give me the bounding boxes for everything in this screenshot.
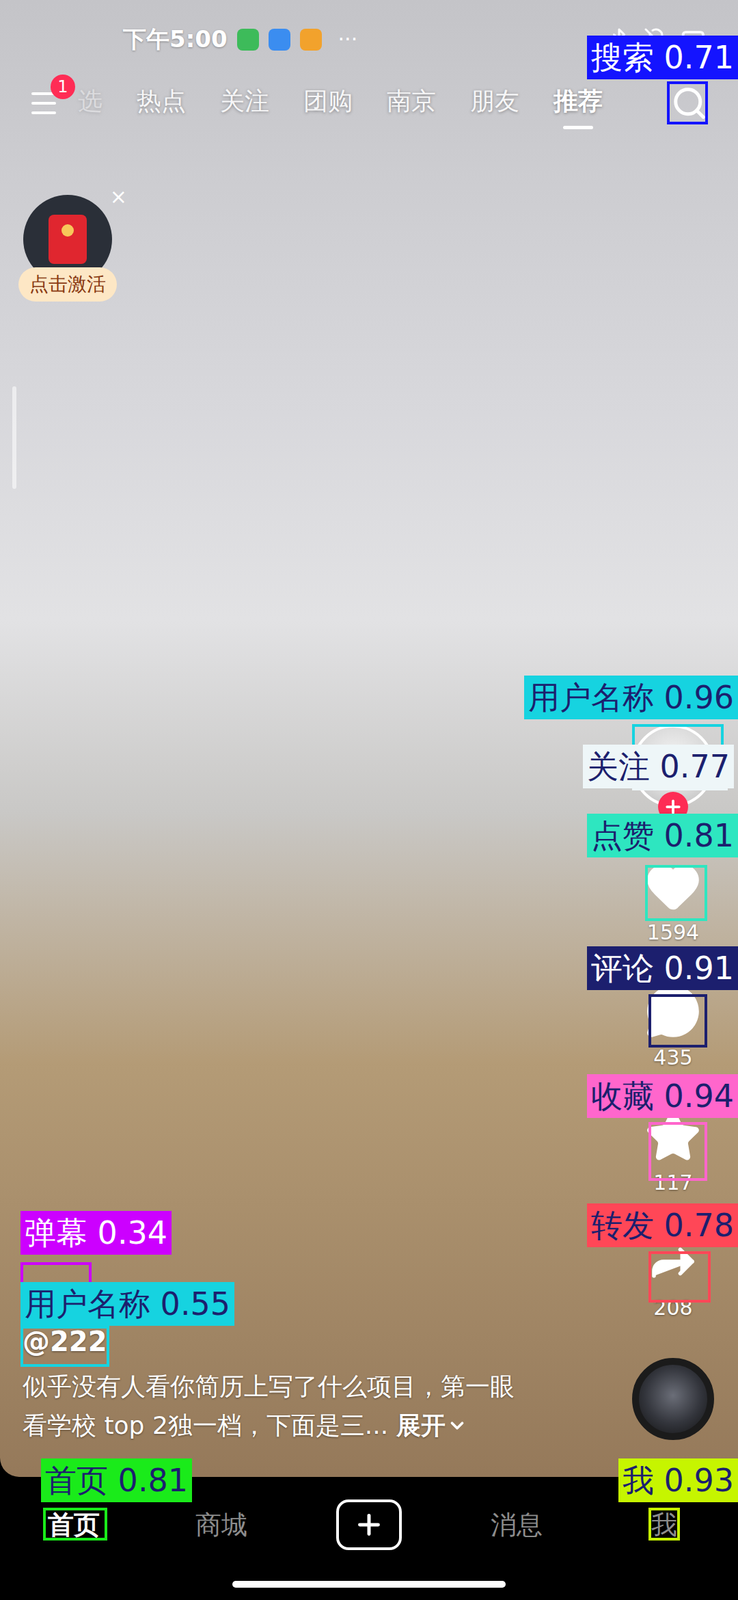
detection-box [632, 746, 728, 790]
detection-label: 用户名称 0.55 [20, 1281, 235, 1325]
feed-tab[interactable]: 推荐 [553, 84, 603, 123]
detection-label: 搜索 0.71 [586, 35, 738, 80]
share-button[interactable]: 208 [644, 1232, 702, 1321]
video-feed-screen: 下午5:00···1选热点关注团购南京朋友推荐点击激活×159443511720… [0, 0, 738, 1599]
top-overlay: 下午5:00···1选热点关注团购南京朋友推荐 [0, 0, 738, 128]
detection-overlay: 搜索 0.71 用户名称 0.96 关注 0.77 点赞 0.81 评论 0.91 收藏 … [0, 0, 738, 1599]
bottom-tab[interactable]: 首页 [0, 1495, 148, 1553]
plus-icon [662, 796, 684, 817]
detection-label: 点赞 0.81 [586, 813, 738, 857]
detection-label: 转发 0.78 [586, 1202, 738, 1247]
detection-label: 首页 0.81 [41, 1457, 193, 1502]
detection-label: 收藏 0.94 [586, 1073, 738, 1118]
chevron-down-icon [446, 1414, 468, 1435]
menu-button[interactable]: 1 [27, 86, 61, 120]
search-icon [671, 84, 708, 122]
like-button[interactable]: 1594 [644, 856, 702, 946]
detection-box [648, 1506, 680, 1540]
feed-tab[interactable]: 团购 [303, 84, 353, 123]
home-indicator [232, 1579, 506, 1587]
expand-link[interactable]: 展开 [396, 1404, 468, 1445]
heart-icon [644, 856, 702, 915]
app-notification-icon [237, 28, 259, 51]
promo-widget[interactable]: 点击激活× [16, 194, 119, 302]
author-avatar[interactable] [632, 724, 715, 807]
bottom-tab[interactable]: 我 [590, 1495, 738, 1553]
detection-label: 关注 0.77 [582, 744, 734, 788]
bottom-tab-bar: 首页商城 消息我 [0, 1476, 738, 1599]
feed-tab[interactable]: 朋友 [470, 84, 520, 123]
detection-label: 我 0.93 [618, 1457, 738, 1502]
detection-box [43, 1506, 108, 1540]
detection-label: 用户名称 0.96 [524, 675, 738, 719]
danmaku-button[interactable] [22, 1285, 63, 1316]
detection-label: 评论 0.91 [586, 945, 738, 990]
battery-icon [680, 24, 711, 55]
create-button[interactable] [336, 1498, 402, 1550]
red-envelope-icon [48, 214, 87, 264]
create-tab[interactable] [295, 1495, 443, 1553]
bottom-tab[interactable]: 商城 [147, 1495, 296, 1553]
mute-icon [643, 27, 669, 52]
feed-tab[interactable]: 南京 [386, 84, 436, 123]
menu-badge: 1 [50, 74, 76, 100]
video-caption: 似乎没有人看你简历上写了什么项目，第一眼看学校 top 2独一档，下面是三...… [22, 1365, 532, 1445]
feed-tabs: 选热点关注团购南京朋友推荐 [77, 84, 603, 123]
bottom-tab[interactable]: 消息 [442, 1495, 591, 1553]
detection-box [648, 1121, 708, 1181]
follow-button[interactable] [658, 791, 689, 822]
promo-close[interactable]: × [107, 183, 130, 210]
action-count: 208 [653, 1293, 693, 1321]
feed-tab[interactable]: 热点 [136, 84, 186, 123]
music-disc[interactable] [632, 1357, 715, 1440]
favorite-button[interactable]: 117 [644, 1107, 702, 1196]
video-player[interactable]: 下午5:00···1选热点关注团购南京朋友推荐点击激活×159443511720… [0, 0, 738, 1476]
author-name[interactable]: @222 [22, 1324, 532, 1357]
bluetooth-icon [606, 27, 632, 52]
search-button[interactable] [671, 84, 708, 122]
star-icon [644, 1107, 702, 1165]
detection-box [666, 81, 708, 125]
detection-box [648, 1250, 711, 1302]
comment-button[interactable]: 435 [644, 981, 702, 1071]
share-icon [644, 1232, 702, 1290]
detection-box [632, 723, 724, 788]
video-info: @222 似乎没有人看你简历上写了什么项目，第一眼看学校 top 2独一档，下面是… [22, 1285, 532, 1445]
detection-box [20, 1261, 92, 1287]
action-count: 435 [653, 1043, 693, 1071]
status-icons [606, 24, 711, 55]
plus-icon [353, 1508, 385, 1540]
feed-tab[interactable]: 关注 [220, 84, 270, 123]
detection-box [648, 993, 708, 1047]
detection-box [20, 1324, 110, 1366]
action-count: 1594 [647, 918, 700, 946]
scroll-indicator [12, 386, 17, 489]
comment-icon [644, 981, 702, 1040]
danmaku-icon [28, 1286, 57, 1315]
feed-tab[interactable]: 选 [77, 84, 103, 123]
top-nav: 1选热点关注团购南京朋友推荐 [0, 78, 738, 128]
status-time: 下午5:00 [123, 23, 228, 56]
app-notification-icon [299, 28, 322, 51]
detection-box [645, 864, 708, 921]
action-count: 117 [653, 1168, 693, 1196]
status-bar: 下午5:00 ··· [0, 0, 738, 79]
detection-label: 弹幕 0.34 [20, 1210, 172, 1254]
promo-label[interactable]: 点击激活 [18, 267, 117, 302]
action-rail: 1594 435 117 208 [621, 724, 725, 1440]
status-more: ··· [338, 27, 359, 52]
app-notification-icon [268, 28, 291, 51]
